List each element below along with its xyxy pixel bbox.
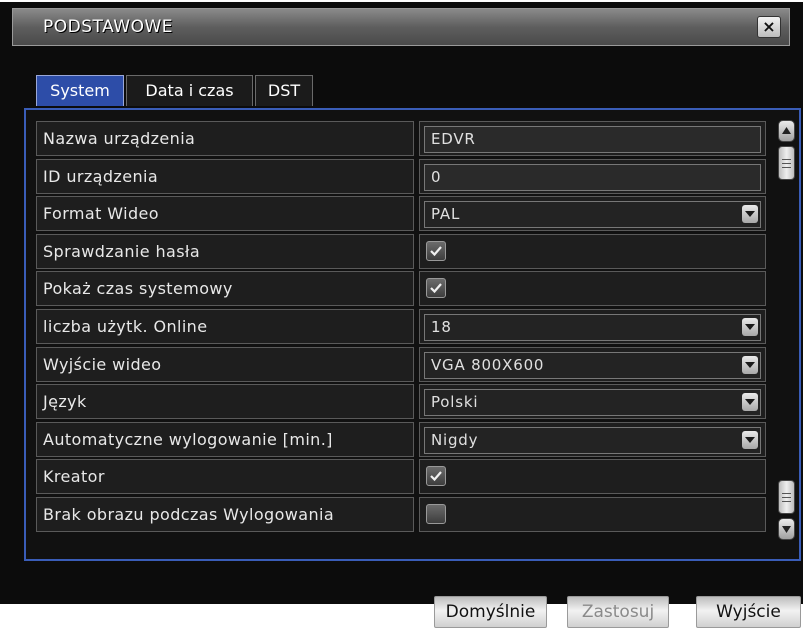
setting-label: Kreator: [36, 459, 414, 495]
scrollbar-thumb-top[interactable]: [778, 146, 795, 180]
settings-row: Język Polski: [36, 384, 766, 422]
settings-row: Kreator: [36, 459, 766, 497]
checkbox[interactable]: [426, 466, 446, 487]
dropdown[interactable]: 18: [424, 313, 761, 341]
dropdown-arrow[interactable]: [742, 355, 758, 374]
settings-row: Wyjście wideo VGA 800X600: [36, 346, 766, 385]
setting-value: 0: [419, 158, 766, 194]
dropdown[interactable]: Polski: [424, 389, 761, 417]
settings-row: Sprawdzanie hasła: [36, 233, 766, 272]
settings-row: Format Wideo PAL: [36, 196, 766, 234]
checkmark-icon: [430, 471, 442, 482]
tab-label: DST: [267, 81, 301, 100]
dropdown-value: VGA 800X600: [431, 355, 545, 374]
setting-label: Język: [36, 384, 414, 420]
setting-label: liczba użytk. Online: [36, 308, 414, 344]
chevron-down-icon: [745, 361, 755, 368]
tab-label: Data i czas: [145, 81, 234, 100]
dropdown[interactable]: PAL: [424, 201, 761, 229]
dropdown-value: Nigdy: [431, 430, 479, 449]
chevron-down-icon: [745, 436, 755, 443]
setting-label: Brak obrazu podczas Wylogowania: [36, 496, 414, 532]
text-field[interactable]: 0: [424, 163, 761, 191]
setting-value: [419, 233, 766, 269]
settings-row: liczba użytk. Online 18: [36, 308, 766, 347]
setting-value: VGA 800X600: [419, 346, 766, 382]
setting-value: EDVR: [419, 121, 766, 156]
exit-button[interactable]: Wyjście: [696, 596, 801, 628]
checkbox[interactable]: [426, 240, 446, 261]
dropdown-arrow[interactable]: [742, 205, 758, 224]
checkbox[interactable]: [426, 278, 446, 299]
scroll-down-button[interactable]: [778, 518, 795, 540]
dropdown-value: PAL: [431, 205, 461, 224]
setting-value: [419, 271, 766, 307]
chevron-down-icon: [745, 323, 755, 330]
text-field[interactable]: EDVR: [424, 126, 761, 153]
default-button-label: Domyślnie: [445, 602, 536, 622]
setting-value: Nigdy: [419, 421, 766, 457]
scroll-up-button[interactable]: [778, 120, 795, 142]
settings-row: Brak obrazu podczas Wylogowania: [36, 496, 766, 535]
dropdown-value: 18: [431, 317, 452, 336]
exit-button-label: Wyjście: [716, 602, 781, 622]
dropdown-arrow[interactable]: [742, 317, 758, 336]
settings-row: ID urządzenia 0: [36, 158, 766, 197]
tab-system[interactable]: System: [36, 75, 124, 106]
settings-list: Nazwa urządzenia EDVR ID urządzenia 0 Format…: [36, 121, 766, 535]
dropdown-value: Polski: [431, 393, 479, 412]
tab-dst[interactable]: DST: [255, 75, 313, 106]
default-button[interactable]: Domyślnie: [434, 596, 547, 628]
setting-label: Nazwa urządzenia: [36, 121, 414, 156]
setting-label: Sprawdzanie hasła: [36, 233, 414, 269]
setting-value: PAL: [419, 196, 766, 232]
dropdown-arrow[interactable]: [742, 430, 758, 449]
tab-label: System: [50, 81, 110, 100]
scroll-up-icon: [782, 127, 791, 134]
setting-label: Wyjście wideo: [36, 346, 414, 382]
checkbox[interactable]: [426, 503, 446, 524]
chevron-down-icon: [745, 211, 755, 218]
checkmark-icon: [430, 246, 442, 256]
setting-label: Automatyczne wylogowanie [min.]: [36, 421, 414, 457]
settings-row: Automatyczne wylogowanie [min.] Nigdy: [36, 421, 766, 460]
apply-button-label: Zastosuj: [581, 602, 655, 622]
setting-value: [419, 459, 766, 495]
title-bar: PODSTAWOWE ×: [12, 8, 790, 46]
close-icon: ×: [762, 17, 776, 36]
scroll-down-icon: [782, 526, 791, 533]
window-title: PODSTAWOWE: [43, 17, 174, 37]
setting-value: 18: [419, 308, 766, 344]
setting-label: Format Wideo: [36, 196, 414, 232]
settings-row: Nazwa urządzenia EDVR: [36, 121, 766, 159]
setting-label: ID urządzenia: [36, 158, 414, 194]
settings-window: PODSTAWOWE × System Data i czas DST Nazw…: [0, 2, 803, 628]
close-button[interactable]: ×: [757, 16, 781, 38]
dropdown-arrow[interactable]: [742, 393, 758, 412]
chevron-down-icon: [745, 399, 755, 406]
setting-label: Pokaż czas systemowy: [36, 271, 414, 307]
scrollbar-thumb-bottom[interactable]: [778, 480, 795, 514]
setting-value: Polski: [419, 384, 766, 420]
dropdown[interactable]: VGA 800X600: [424, 351, 761, 379]
checkmark-icon: [430, 283, 442, 294]
apply-button[interactable]: Zastosuj: [567, 596, 669, 628]
tab-date-time[interactable]: Data i czas: [126, 75, 253, 106]
settings-panel: Nazwa urządzenia EDVR ID urządzenia 0 Format…: [24, 108, 801, 561]
dropdown[interactable]: Nigdy: [424, 426, 761, 454]
setting-value: [419, 496, 766, 532]
settings-row: Pokaż czas systemowy: [36, 271, 766, 309]
